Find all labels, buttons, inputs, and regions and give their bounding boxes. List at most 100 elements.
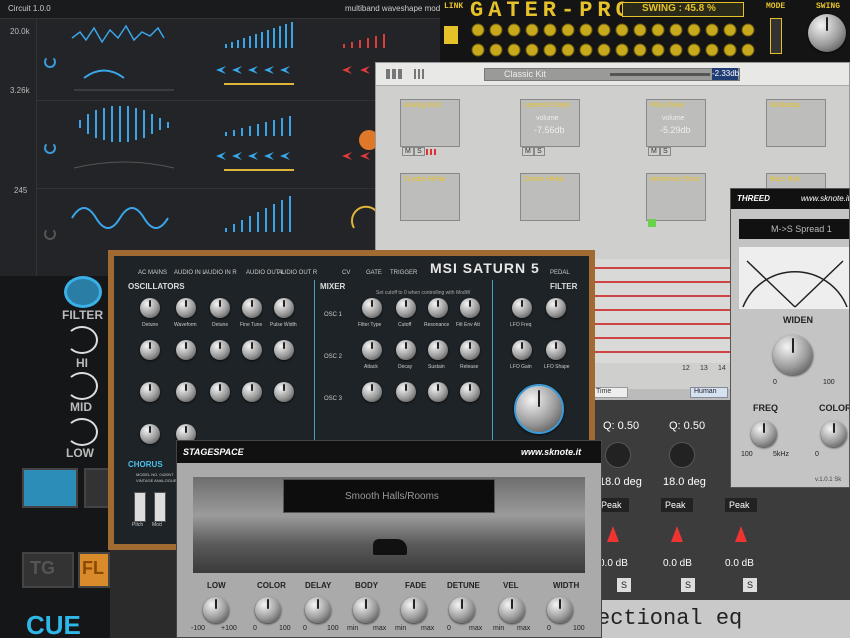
body-knob[interactable] (353, 597, 379, 623)
pad-volume-word: volume (536, 115, 559, 122)
pad-name: Driven HiHat (524, 176, 564, 183)
pad-name: Moduclap (770, 102, 801, 109)
pad-button[interactable] (84, 468, 110, 508)
pad-volume-word: volume (662, 115, 685, 122)
knob-min: 0 (547, 625, 551, 632)
eq-angle-knob[interactable] (605, 442, 631, 468)
low-knob[interactable] (203, 597, 229, 623)
gate-step-buttons[interactable] (468, 18, 768, 60)
knob-max: max (373, 625, 387, 632)
envelope-knob[interactable] (460, 382, 480, 402)
lfo-freq-knob[interactable] (512, 298, 532, 318)
mode-button[interactable] (770, 18, 782, 54)
power-icon[interactable] (44, 142, 56, 154)
osc-knob[interactable] (176, 382, 196, 402)
filter-knob[interactable] (460, 298, 480, 318)
solo-button[interactable]: S (660, 147, 671, 156)
filter-knob[interactable] (428, 298, 448, 318)
mid-knob[interactable] (66, 372, 98, 400)
eq-angle-knob[interactable] (669, 442, 695, 468)
color-knob[interactable] (821, 421, 847, 447)
envelope-knob[interactable] (362, 340, 382, 360)
filter-knob[interactable] (396, 298, 416, 318)
gain-value: 0.0 dB (663, 558, 692, 569)
envelope-knob[interactable] (428, 340, 448, 360)
color-knob[interactable] (255, 597, 281, 623)
envelope-knob[interactable] (428, 382, 448, 402)
delay-knob[interactable] (305, 597, 331, 623)
mute-button-active[interactable] (648, 219, 656, 227)
stagespace-title: STAGESPACE (183, 447, 244, 457)
filter-knob[interactable] (362, 298, 382, 318)
osc-knob-label: Detune (142, 322, 159, 328)
detune-knob[interactable] (449, 597, 475, 623)
stagespace-plugin: STAGESPACE www.sknote.it Smooth Halls/Ro… (176, 440, 602, 638)
osc-knob-label: Waveform (174, 322, 197, 328)
solo-button[interactable]: S (534, 147, 545, 156)
mute-button[interactable]: M (402, 147, 414, 156)
knob-min: -100 (191, 625, 206, 632)
filter-knob[interactable] (64, 276, 102, 308)
envelope-knob[interactable] (460, 340, 480, 360)
power-icon[interactable] (44, 56, 56, 68)
osc-knob[interactable] (176, 340, 196, 360)
gain-arrow-icon[interactable] (735, 526, 747, 542)
mod-label: Mod (152, 522, 162, 528)
width-knob[interactable] (547, 597, 573, 623)
link-button[interactable] (444, 26, 458, 44)
widen-min: 0 (773, 379, 777, 386)
master-level-slider[interactable] (610, 73, 710, 76)
osc-knob[interactable] (140, 424, 160, 444)
gain-arrow-icon[interactable] (607, 526, 619, 542)
pitch-wheel[interactable] (134, 492, 146, 522)
widen-knob[interactable] (773, 335, 813, 375)
lfo-shape-knob[interactable] (546, 298, 566, 318)
pad-button-active[interactable] (22, 468, 78, 508)
gater-pro-plugin: LINK GATER-PRO SWING : 45.8 % MODE SWING (440, 0, 850, 62)
lfo-freq-label: LFO Freq (510, 322, 532, 328)
grid-icon[interactable] (386, 69, 404, 79)
osc-knob[interactable] (210, 340, 230, 360)
circuit-freq-column (0, 18, 37, 278)
osc-knob[interactable] (140, 298, 160, 318)
osc-knob[interactable] (274, 340, 294, 360)
solo-button[interactable]: S (414, 147, 425, 156)
lfo-gain-knob[interactable] (512, 340, 532, 360)
hi-knob[interactable] (66, 326, 98, 354)
bars-icon[interactable] (414, 69, 424, 79)
mute-button[interactable]: M (648, 147, 660, 156)
osc-knob[interactable] (140, 382, 160, 402)
osc-knob[interactable] (242, 340, 262, 360)
power-icon[interactable] (44, 228, 56, 240)
envelope-knob[interactable] (396, 382, 416, 402)
knob-min: 0 (303, 625, 307, 632)
osc-knob-label: Pulse Width (270, 322, 297, 328)
section-divider (314, 280, 315, 460)
mute-button[interactable]: M (522, 147, 534, 156)
preset-name: Smooth Halls/Rooms (345, 491, 439, 502)
osc-knob[interactable] (210, 382, 230, 402)
mod-wheel[interactable] (154, 492, 166, 522)
swing-label: SWING (816, 2, 841, 11)
osc-knob[interactable] (176, 298, 196, 318)
freq-knob[interactable] (751, 421, 777, 447)
envelope-knob[interactable] (362, 382, 382, 402)
low-knob[interactable] (66, 418, 98, 446)
knob-max: max (421, 625, 435, 632)
envelope-knob[interactable] (396, 340, 416, 360)
vel-knob[interactable] (499, 597, 525, 623)
swing-knob[interactable] (808, 14, 846, 52)
peak-label: Peak (601, 500, 622, 510)
lfo-extra-knob[interactable] (546, 340, 566, 360)
osc-knob[interactable] (140, 340, 160, 360)
osc-label: OSC 1 (324, 312, 343, 318)
fade-knob[interactable] (401, 597, 427, 623)
gain-arrow-icon[interactable] (671, 526, 683, 542)
osc-knob[interactable] (274, 298, 294, 318)
master-volume-knob[interactable] (514, 384, 564, 434)
step-sequencer[interactable] (592, 259, 732, 363)
osc-knob[interactable] (274, 382, 294, 402)
osc-knob[interactable] (242, 382, 262, 402)
osc-knob[interactable] (210, 298, 230, 318)
osc-knob[interactable] (242, 298, 262, 318)
